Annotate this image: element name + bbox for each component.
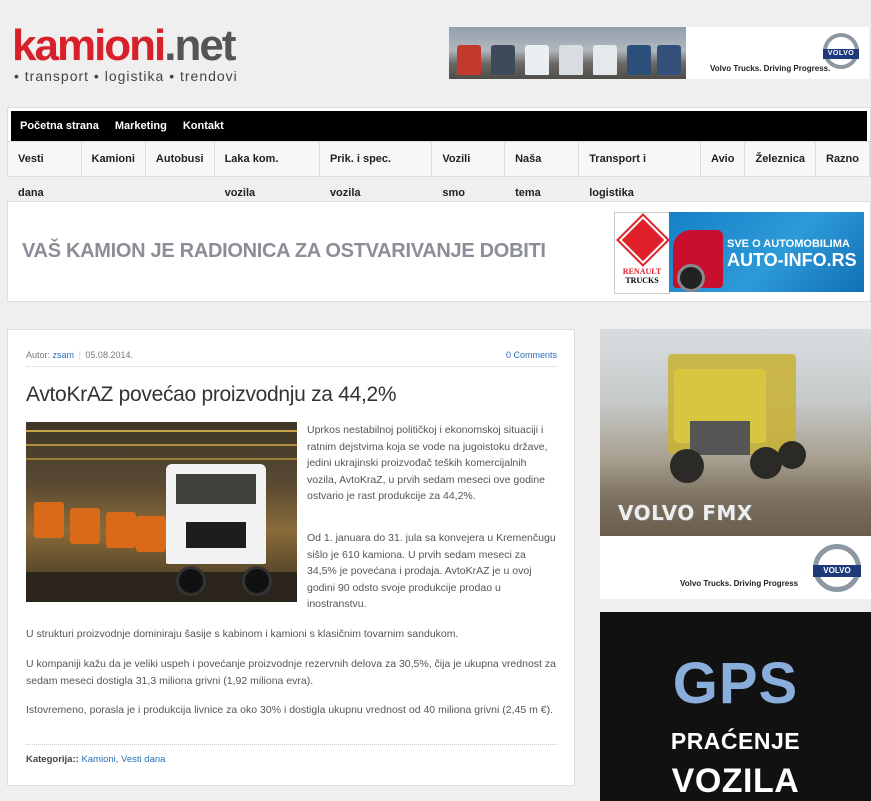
category-link-kamioni[interactable]: Kamioni: [81, 754, 115, 765]
category-vesti-dana[interactable]: Vesti dana: [8, 142, 82, 199]
truck-image: [457, 45, 481, 75]
gps-tracking-ad[interactable]: GPS PRAĆENJE VOZILA: [600, 612, 871, 801]
kraz-factory-photo: [26, 422, 297, 602]
article-categories: Kategorija:: Kamioni, Vesti dana: [26, 754, 166, 765]
article-paragraph: Od 1. januara do 31. jula sa konvejera u…: [307, 532, 556, 610]
car-wheel: [677, 264, 705, 292]
category-avio[interactable]: Avio: [701, 142, 746, 176]
renault-diamond-icon: [618, 215, 668, 265]
category-zeleznica[interactable]: Železnica: [745, 142, 816, 176]
article-paragraph: U kompaniji kažu da je veliki uspeh i po…: [26, 658, 556, 687]
volvo-top-banner[interactable]: Volvo Trucks. Driving Progress. VOLVO: [449, 27, 869, 79]
truck-image: [657, 45, 681, 75]
divider: [26, 744, 557, 745]
banner-headline: VAŠ KAMION JE RADIONICA ZA OSTVARIVANJE …: [22, 240, 546, 262]
renault-banner[interactable]: VAŠ KAMION JE RADIONICA ZA OSTVARIVANJE …: [7, 201, 871, 302]
category-nasa-tema[interactable]: Naša tema: [505, 142, 580, 199]
category-transport-logistika[interactable]: Transport i logistika: [579, 142, 702, 199]
truck-image: [593, 45, 617, 75]
truck-image: [559, 45, 583, 75]
renault-trucks-logo[interactable]: RENAULT TRUCKS: [614, 212, 670, 294]
category-link-vesti-dana[interactable]: Vesti dana: [121, 754, 165, 765]
main-navigation: Početna strana Marketing Kontakt Vesti d…: [7, 107, 871, 199]
article-paragraph: U strukturi proizvodnje dominiraju šasij…: [26, 628, 459, 640]
category-laka-kom-vozila[interactable]: Laka kom. vozila: [215, 142, 320, 199]
trucks-lineup-photo: [449, 27, 686, 79]
volvo-slogan: Volvo Trucks. Driving Progress.: [710, 64, 831, 73]
article-title[interactable]: AvtoKrAZ povećao proizvodnju za 44,2%: [26, 383, 397, 407]
auto-info-site: AUTO-INFO.RS: [727, 250, 857, 270]
category-razno[interactable]: Razno: [816, 142, 870, 176]
auto-info-tagline: SVE O AUTOMOBILIMA: [727, 238, 850, 250]
category-vozili-smo[interactable]: Vozili smo: [432, 142, 506, 199]
volvo-logo-icon: VOLVO: [823, 33, 859, 69]
volvo-fmx-ad[interactable]: VOLVO FMX Volvo Trucks. Driving Progress…: [600, 329, 871, 599]
divider: [26, 366, 557, 367]
category-autobusi[interactable]: Autobusi: [146, 142, 215, 176]
gps-title: GPS: [672, 651, 799, 716]
volvo-brand-area: Volvo Trucks. Driving Progress. VOLVO: [686, 27, 869, 79]
nav-link-home[interactable]: Početna strana: [20, 120, 99, 132]
logo-tagline: • transport • logistika • trendovi: [14, 68, 238, 84]
volvo-logo-icon: VOLVO: [813, 544, 861, 592]
category-nav: Vesti dana Kamioni Autobusi Laka kom. vo…: [7, 141, 871, 199]
truck-image: [525, 45, 549, 75]
logo-wordmark: kamioni.net: [12, 21, 237, 70]
author-link[interactable]: zsam: [53, 350, 75, 360]
article-meta: Autor: zsam | 05.08.2014.: [26, 350, 133, 360]
article-paragraph: Uprkos nestabilnoj političkoj i ekonomsk…: [307, 424, 548, 502]
gps-subtitle: PRAĆENJE: [670, 728, 801, 754]
article-date: 05.08.2014.: [85, 350, 133, 360]
nav-link-contact[interactable]: Kontakt: [183, 120, 224, 132]
volvo-model-name: VOLVO FMX: [618, 501, 753, 525]
article-paragraph: Istovremeno, porasla je i produkcija liv…: [26, 704, 554, 716]
category-kamioni[interactable]: Kamioni: [82, 142, 146, 176]
article-card: Autor: zsam | 05.08.2014. 0 Comments Avt…: [7, 329, 575, 786]
site-logo[interactable]: kamioni.net • transport • logistika • tr…: [12, 21, 238, 85]
volvo-fmx-photo: VOLVO FMX: [600, 329, 871, 536]
category-prik-spec-vozila[interactable]: Prik. i spec. vozila: [320, 142, 433, 199]
auto-info-ad[interactable]: SVE O AUTOMOBILIMA AUTO-INFO.RS: [669, 212, 864, 292]
truck-image: [491, 45, 515, 75]
gps-subtitle: VOZILA: [671, 762, 800, 800]
nav-link-marketing[interactable]: Marketing: [115, 120, 167, 132]
volvo-slogan: Volvo Trucks. Driving Progress: [680, 579, 799, 588]
comments-link[interactable]: 0 Comments: [506, 350, 557, 360]
truck-image: [627, 45, 651, 75]
